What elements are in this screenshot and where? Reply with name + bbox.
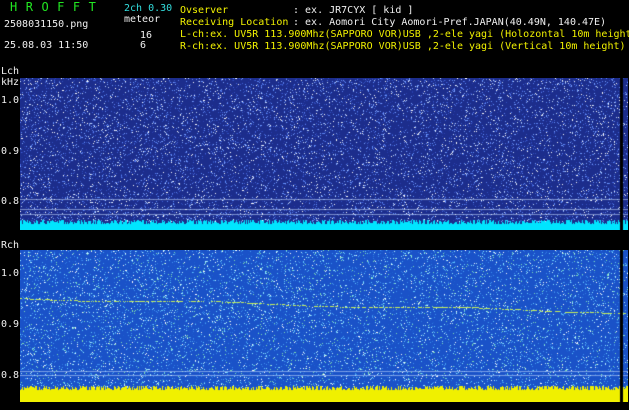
rch-label: Rch [1, 240, 20, 251]
lch-info: L-ch:ex. UV5R 113.900Mhz(SAPPORO VOR)USB… [180, 29, 629, 40]
rch-spectrogram[interactable] [20, 250, 628, 402]
meteor-label: meteor [124, 14, 161, 25]
lch-tick-label: 1.0 [0, 95, 19, 106]
location-value: : ex. Aomori City Aomori-Pref.JAPAN(40.4… [293, 17, 607, 28]
rch-tick-label: 0.8 [0, 370, 19, 381]
observer-value: : ex. JR7CYX [ kid ] [293, 5, 414, 16]
app-title: HROFFT [10, 0, 105, 14]
observer-label: Ovserver [180, 5, 229, 16]
datetime-label: 25.08.03 11:50 [4, 40, 89, 51]
location-label: Receiving Location [180, 17, 289, 28]
lch-spectrogram[interactable] [20, 78, 628, 230]
filename-label: 2508031150.png [4, 19, 89, 30]
rch-meteor-count: 6 [140, 40, 147, 51]
lch-tick-label: 0.9 [0, 146, 19, 157]
rch-tick-label: 1.0 [0, 268, 19, 279]
lch-label: Lch [1, 66, 20, 77]
lch-tick-label: 0.8 [0, 196, 19, 207]
lch-unit-label: kHz [1, 77, 20, 88]
mode-label: 2ch 0.30 [124, 3, 173, 14]
rch-info: R-ch:ex. UV5R 113.900Mhz(SAPPORO VOR)USB… [180, 41, 626, 52]
rch-tick-label: 0.9 [0, 319, 19, 330]
